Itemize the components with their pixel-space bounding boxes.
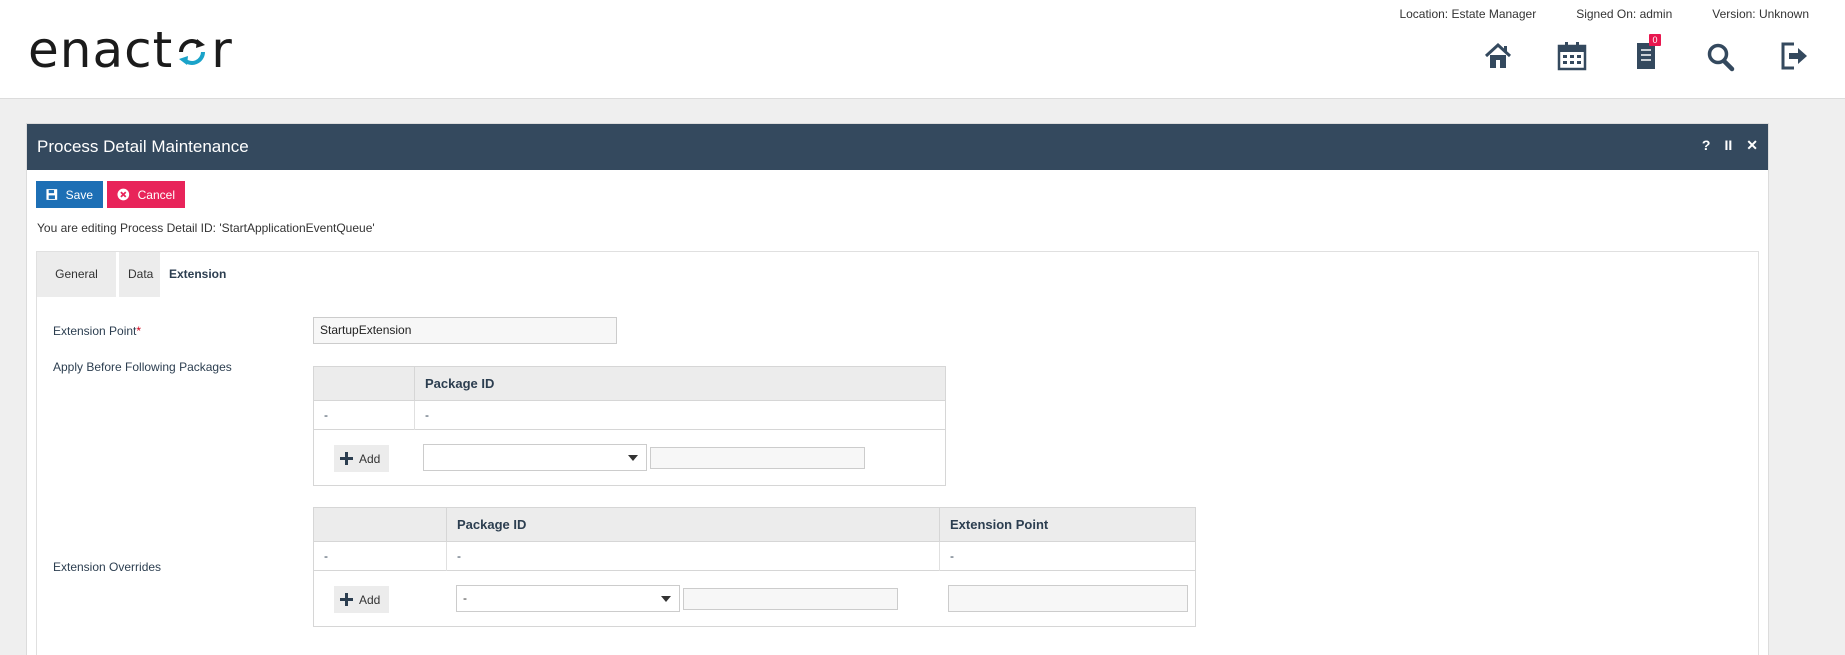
- action-toolbar: Save Cancel: [36, 181, 185, 208]
- floppy-disk-icon: [46, 189, 58, 200]
- window-controls: ? II ✕: [1702, 137, 1758, 154]
- enactor-logo[interactable]: enact r: [28, 22, 233, 78]
- extension-point-input[interactable]: StartupExtension: [313, 317, 617, 344]
- table-row: - -: [314, 401, 945, 430]
- version-text: Version: Unknown: [1712, 7, 1809, 21]
- add-label: Add: [359, 592, 381, 607]
- save-button[interactable]: Save: [36, 181, 103, 208]
- override-package-id-text-input[interactable]: [683, 588, 898, 610]
- location-text: Location: Estate Manager: [1399, 7, 1537, 21]
- extension-point-cell: -: [939, 542, 1196, 571]
- override-package-id-select-value: -: [463, 591, 467, 605]
- signed-on-text: Signed On: admin: [1576, 7, 1673, 21]
- pause-icon[interactable]: II: [1724, 137, 1732, 154]
- package-id-column-header: Package ID: [446, 508, 939, 542]
- tab-general[interactable]: General: [37, 252, 116, 297]
- chevron-down-icon: [628, 455, 638, 461]
- logo-text: enact: [28, 21, 174, 79]
- close-icon[interactable]: ✕: [1746, 137, 1758, 154]
- window-titlebar: Process Detail Maintenance ? II ✕: [27, 124, 1768, 170]
- plus-icon: [340, 452, 353, 465]
- tab-data[interactable]: Data: [119, 252, 160, 297]
- row-action-cell: -: [324, 408, 328, 422]
- cancel-label: Cancel: [137, 187, 175, 202]
- package-id-cell: -: [446, 542, 939, 571]
- add-package-button[interactable]: Add: [334, 445, 389, 472]
- logo-sync-icon: [175, 24, 209, 65]
- package-id-cell: -: [414, 401, 946, 430]
- chevron-down-icon: [661, 596, 671, 602]
- save-label: Save: [65, 187, 93, 202]
- package-id-text-input[interactable]: [650, 447, 865, 469]
- app-header: enact r Location: Estate Manager Signed O…: [0, 0, 1845, 99]
- document-notifications-icon[interactable]: 0: [1631, 34, 1661, 72]
- help-icon[interactable]: ?: [1702, 137, 1711, 154]
- window-title: Process Detail Maintenance: [37, 137, 249, 156]
- search-icon[interactable]: [1705, 40, 1735, 72]
- extension-point-label-text: Extension Point: [53, 324, 137, 338]
- row-action-cell: -: [324, 549, 328, 563]
- extension-point-column-header: Extension Point: [939, 508, 1196, 542]
- add-override-button[interactable]: Add: [334, 586, 389, 613]
- tab-bar: General Data Extension: [37, 252, 236, 297]
- override-extension-point-input[interactable]: [948, 585, 1188, 612]
- cancel-circle-icon: [117, 188, 130, 201]
- cancel-button[interactable]: Cancel: [107, 181, 185, 208]
- grid-header: Package ID Extension Point: [314, 508, 1195, 542]
- extension-overrides-label: Extension Overrides: [53, 560, 162, 574]
- add-label: Add: [359, 451, 381, 466]
- extension-point-label: Extension Point*: [53, 324, 141, 338]
- plus-icon: [340, 593, 353, 606]
- grid-header: Package ID: [314, 367, 945, 401]
- tab-extension[interactable]: Extension: [160, 252, 236, 297]
- apply-before-grid: Package ID - - Add: [313, 366, 946, 486]
- override-package-id-select[interactable]: -: [456, 585, 680, 612]
- logo-text-end: r: [211, 21, 233, 79]
- editing-message: You are editing Process Detail ID: 'Star…: [37, 221, 375, 235]
- header-toolbar: 0: [1483, 34, 1809, 72]
- package-id-column-header: Package ID: [414, 367, 946, 401]
- extension-overrides-grid: Package ID Extension Point - - - Add -: [313, 507, 1196, 627]
- session-info: Location: Estate Manager Signed On: admi…: [1399, 7, 1809, 21]
- process-detail-window: Process Detail Maintenance ? II ✕ Save C…: [26, 123, 1769, 655]
- tab-panel: General Data Extension Extension Point* …: [36, 251, 1759, 655]
- logout-icon[interactable]: [1779, 40, 1809, 72]
- required-marker: *: [136, 324, 142, 338]
- package-id-select[interactable]: [423, 444, 647, 471]
- apply-before-label: Apply Before Following Packages: [53, 360, 232, 374]
- table-row: - - -: [314, 542, 1195, 571]
- home-icon[interactable]: [1483, 40, 1513, 72]
- calendar-icon[interactable]: [1557, 40, 1587, 72]
- notification-badge: 0: [1649, 34, 1661, 46]
